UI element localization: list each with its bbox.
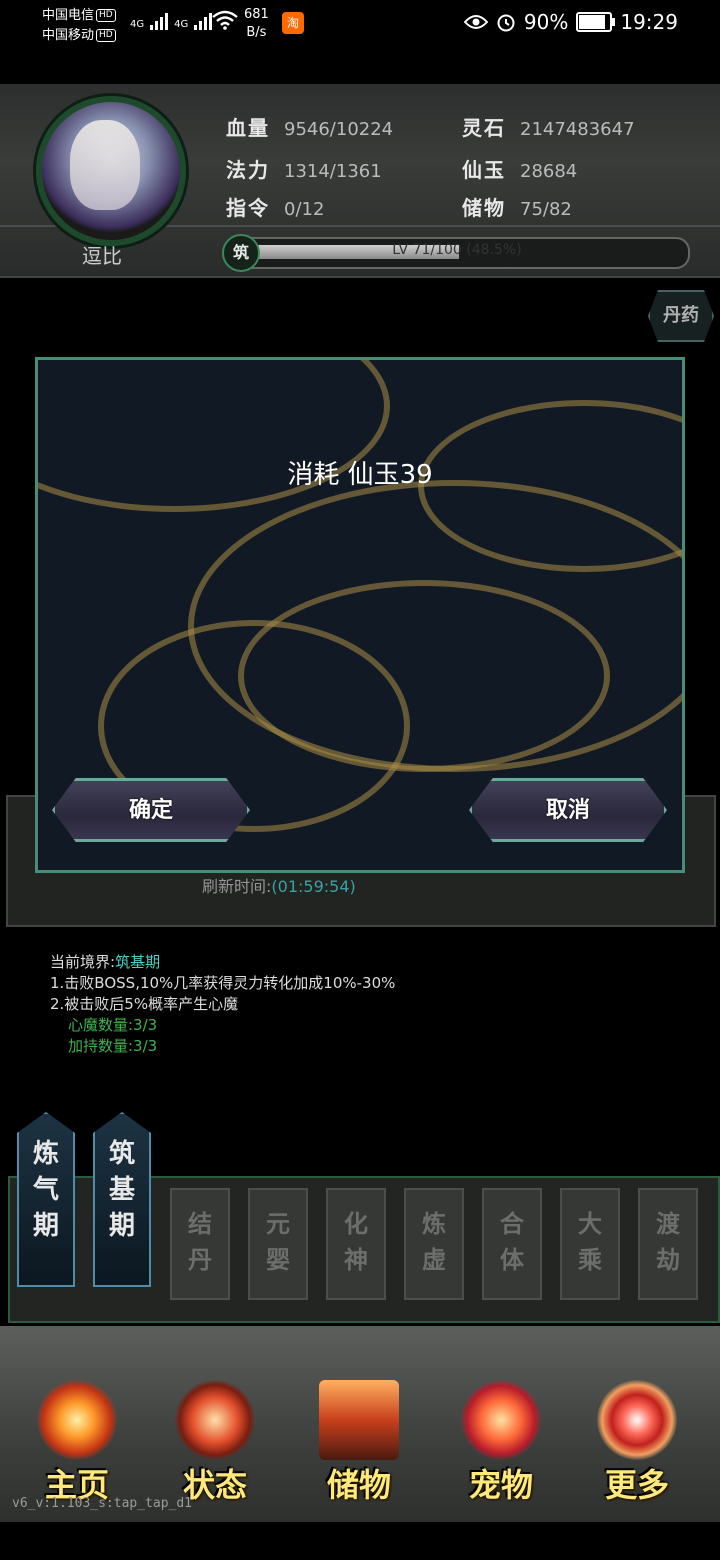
signal-bars-icon [194,12,213,30]
status-right: 90% 19:29 [463,10,678,34]
realm-info: 当前境界:筑基期 1.击败BOSS,10%几率获得灵力转化加成10%-30% 2… [50,952,395,1057]
demon-count: 心魔数量:3/3 [68,1016,158,1034]
confirm-dialog: 消耗 仙玉39 确定 取消 [35,357,685,873]
tab-realm-locked[interactable]: 元婴 [248,1188,308,1300]
nav-home[interactable]: 主页 [12,1326,142,1522]
nav-pet[interactable]: 宠物 [436,1326,566,1522]
nav-status[interactable]: 状态 [150,1326,280,1522]
dialog-message: 消耗 仙玉39 [287,460,433,490]
battery-icon [576,12,616,32]
tab-realm-qi-refining[interactable]: 炼气期 [17,1112,75,1287]
taobao-notification-icon: 淘 [282,12,304,34]
stat-command: 指令 0/12 [226,196,325,220]
realm-value: 筑基期 [115,953,161,971]
nav-more[interactable]: 更多 [572,1326,702,1522]
cancel-button[interactable]: 取消 [469,778,667,842]
level-text: LV 71/100 (48.5%) [392,242,522,258]
eye-icon [463,15,488,29]
alarm-icon [497,14,515,32]
hd-badge-1: HD [96,9,116,22]
stat-jade: 仙玉 28684 [462,158,578,182]
status-icon [175,1380,255,1460]
status-bar: 中国电信 HD 中国移动 HD 4G 4G 681 B/s 淘 90% 19:29 [0,0,720,50]
tab-realm-foundation[interactable]: 筑基期 [93,1112,151,1287]
home-icon [37,1380,117,1460]
stat-mana: 法力 1314/1361 [226,158,382,182]
storage-icon [319,1380,399,1460]
carrier-info: 中国电信 HD 中国移动 HD [42,6,116,46]
tab-realm-locked[interactable]: 合体 [482,1188,542,1300]
tab-realm-locked[interactable]: 大乘 [560,1188,620,1300]
stat-storage: 储物 75/82 [462,196,572,220]
realm-rule-2: 2.被击败后5%概率产生心魔 [50,995,239,1013]
clock: 19:29 [620,10,678,34]
bottom-nav: 主页 状态 储物 宠物 更多 [0,1326,720,1522]
realm-rule-1: 1.击败BOSS,10%几率获得灵力转化加成10%-30% [50,974,396,992]
player-name: 逗比 [82,244,122,268]
tab-realm-locked[interactable]: 化神 [326,1188,386,1300]
buff-count: 加持数量:3/3 [68,1037,158,1055]
level-progress-bar: LV 71/100 (48.5%) 筑 [222,234,690,272]
tab-realm-locked[interactable]: 渡劫 [638,1188,698,1300]
signal-bars-icon [150,12,169,30]
stat-hp: 血量 9546/10224 [226,116,394,140]
hd-badge-2: HD [96,29,116,42]
pet-icon [461,1380,541,1460]
carrier-2: 中国移动 [42,28,95,43]
realm-label: 当前境界: [50,953,116,971]
signal-indicators: 4G 4G [130,12,213,30]
carrier-1: 中国电信 [42,8,95,23]
version-text: v6_v:1.103_s:tap_tap_d1 [12,1496,193,1511]
stat-spirit-stone: 灵石 2147483647 [462,116,635,140]
wifi-icon [212,10,238,30]
realm-badge: 筑 [222,234,260,272]
nav-storage[interactable]: 储物 [294,1326,424,1522]
network-type-1: 4G [130,19,145,30]
tab-realm-locked[interactable]: 结丹 [170,1188,230,1300]
network-speed: 681 B/s [244,7,269,40]
battery-percent: 90% [523,10,569,34]
network-type-2: 4G [174,19,189,30]
tab-realm-locked[interactable]: 炼虚 [404,1188,464,1300]
more-icon [597,1380,677,1460]
avatar[interactable] [36,96,186,246]
confirm-button[interactable]: 确定 [52,778,250,842]
